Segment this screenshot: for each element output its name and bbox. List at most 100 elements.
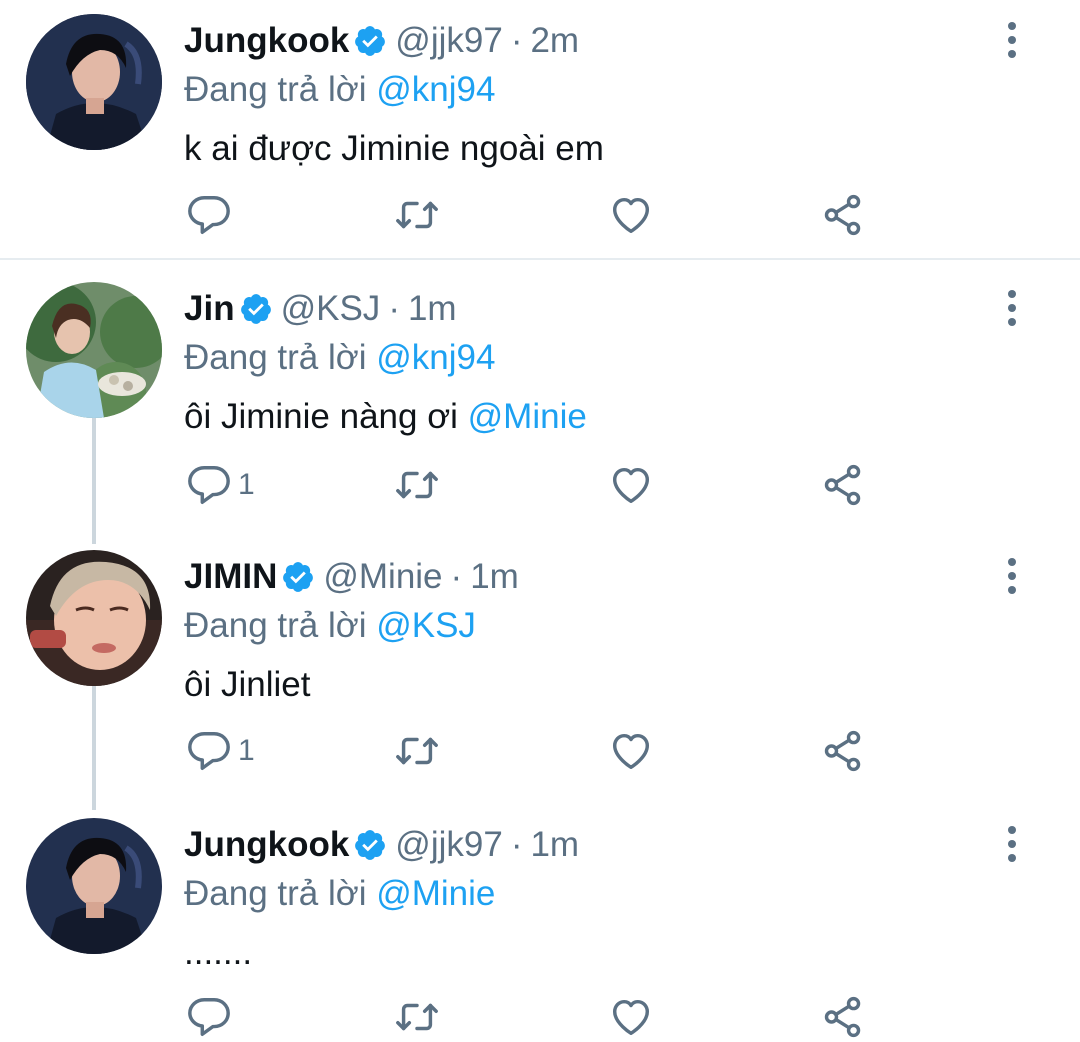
more-vertical-icon[interactable]	[1000, 288, 1024, 328]
reply-to-mention[interactable]: @KSJ	[376, 606, 476, 645]
tweet-text-body: k ai được Jiminie ngoài em	[184, 129, 604, 168]
share-button[interactable]	[820, 190, 866, 240]
tweet-text-body: ôi Jinliet	[184, 665, 311, 704]
verified-badge-icon	[353, 828, 387, 862]
timestamp[interactable]: 1m	[470, 550, 519, 604]
retweet-icon	[396, 1003, 438, 1031]
share-icon	[824, 194, 861, 236]
reply-to-mention[interactable]: @knj94	[376, 70, 495, 109]
verified-badge-icon	[353, 24, 387, 58]
tweet-text: ôi Jinliet	[184, 662, 990, 708]
separator-dot: ·	[510, 21, 523, 60]
replying-to-label: Đang trả lời	[184, 70, 377, 109]
retweet-button[interactable]	[394, 726, 440, 776]
timestamp[interactable]: 2m	[530, 14, 579, 68]
timestamp[interactable]: 1m	[530, 818, 579, 872]
verified-badge-icon	[281, 560, 315, 594]
more-vertical-icon[interactable]	[1000, 824, 1024, 864]
replying-to-label: Đang trả lời	[184, 874, 377, 913]
like-button[interactable]	[608, 460, 654, 510]
display-name[interactable]: Jin	[184, 282, 235, 336]
separator-dot: ·	[388, 289, 400, 328]
tweet[interactable]: Jungkook @jjk97 · 1m Đang trả lời @Minie…	[0, 804, 1080, 1042]
tweet[interactable]: JIMIN @Minie · 1m Đang trả lời @KSJ ôi J…	[0, 536, 1080, 802]
timestamp[interactable]: 1m	[408, 282, 457, 336]
reply-button[interactable]: 1	[186, 726, 255, 776]
jin-avatar-image	[26, 282, 162, 418]
tweet-header: Jin @KSJ · 1m	[184, 282, 990, 336]
share-icon	[824, 996, 861, 1038]
replying-to-label: Đang trả lời	[184, 606, 377, 645]
text-mention[interactable]: @Minie	[468, 397, 587, 436]
user-handle[interactable]: @jjk97	[395, 14, 503, 68]
verified-badge-icon	[239, 292, 273, 326]
tweet-content: Jin @KSJ · 1m Đang trả lời @knj94 ôi Jim…	[184, 282, 990, 440]
retweet-icon	[396, 471, 438, 499]
reply-button[interactable]	[186, 190, 232, 240]
retweet-icon	[396, 737, 438, 765]
reply-count: 1	[238, 734, 255, 767]
like-button[interactable]	[608, 190, 654, 240]
share-button[interactable]	[820, 726, 866, 776]
tweet-divider	[0, 258, 1080, 260]
jimin-avatar-image	[26, 550, 162, 686]
reply-icon	[188, 732, 230, 770]
heart-icon	[612, 467, 650, 504]
retweet-button[interactable]	[394, 190, 440, 240]
tweet-text: .......	[184, 930, 990, 976]
tweet-text: k ai được Jiminie ngoài em	[184, 126, 990, 172]
user-handle[interactable]: @jjk97	[395, 818, 503, 872]
tweet-actions	[184, 992, 904, 1042]
reply-icon	[188, 466, 230, 504]
tweet[interactable]: Jin @KSJ · 1m Đang trả lời @knj94 ôi Jim…	[0, 268, 1080, 530]
display-name[interactable]: JIMIN	[184, 550, 277, 604]
more-vertical-icon[interactable]	[1000, 20, 1024, 60]
jungkook-avatar-image	[26, 14, 162, 150]
reply-icon	[188, 196, 230, 234]
display-name[interactable]: Jungkook	[184, 14, 349, 68]
tweet-header: Jungkook @jjk97 · 2m	[184, 14, 990, 68]
retweet-button[interactable]	[394, 992, 440, 1042]
user-handle[interactable]: @KSJ	[281, 282, 381, 336]
tweet-content: Jungkook @jjk97 · 2m Đang trả lời @knj94…	[184, 14, 990, 172]
avatar[interactable]	[26, 282, 162, 418]
share-button[interactable]	[820, 992, 866, 1042]
like-button[interactable]	[608, 726, 654, 776]
heart-icon	[612, 733, 650, 770]
like-button[interactable]	[608, 992, 654, 1042]
user-handle[interactable]: @Minie	[323, 550, 442, 604]
heart-icon	[612, 197, 650, 234]
avatar[interactable]	[26, 818, 162, 954]
reply-button[interactable]: 1	[186, 460, 255, 510]
share-icon	[824, 730, 861, 772]
reply-to-mention[interactable]: @knj94	[376, 338, 495, 377]
replying-to-label: Đang trả lời	[184, 338, 377, 377]
reply-to-mention[interactable]: @Minie	[376, 874, 495, 913]
avatar[interactable]	[26, 14, 162, 150]
avatar[interactable]	[26, 550, 162, 686]
retweet-button[interactable]	[394, 460, 440, 510]
replying-to: Đang trả lời @KSJ	[184, 604, 990, 648]
heart-icon	[612, 999, 650, 1036]
tweet-content: Jungkook @jjk97 · 1m Đang trả lời @Minie…	[184, 818, 990, 976]
replying-to: Đang trả lời @knj94	[184, 336, 990, 380]
jungkook-avatar-image	[26, 818, 162, 954]
tweet-feed: Jungkook @jjk97 · 2m Đang trả lời @knj94…	[0, 0, 1080, 1042]
separator-dot: ·	[510, 825, 523, 864]
tweet-actions	[184, 190, 904, 240]
retweet-icon	[396, 201, 438, 229]
reply-icon	[188, 998, 230, 1036]
tweet-content: JIMIN @Minie · 1m Đang trả lời @KSJ ôi J…	[184, 550, 990, 708]
tweet-text-body: .......	[184, 933, 253, 972]
share-button[interactable]	[820, 460, 866, 510]
reply-count: 1	[238, 468, 255, 501]
display-name[interactable]: Jungkook	[184, 818, 349, 872]
tweet[interactable]: Jungkook @jjk97 · 2m Đang trả lời @knj94…	[0, 0, 1080, 258]
tweet-actions: 1	[184, 726, 904, 776]
tweet-header: Jungkook @jjk97 · 1m	[184, 818, 990, 872]
separator-dot: ·	[450, 557, 463, 596]
more-vertical-icon[interactable]	[1000, 556, 1024, 596]
reply-button[interactable]	[186, 992, 232, 1042]
share-icon	[824, 464, 861, 506]
tweet-header: JIMIN @Minie · 1m	[184, 550, 990, 604]
